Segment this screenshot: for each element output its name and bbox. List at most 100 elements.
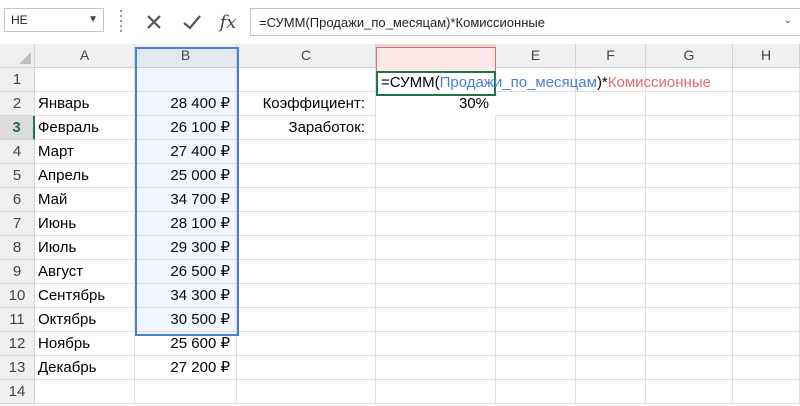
cell-b5[interactable]: 25 000 ₽ (135, 164, 237, 188)
cell-f4[interactable] (576, 140, 646, 164)
cell-e10[interactable] (496, 284, 576, 308)
cell-g9[interactable] (646, 260, 733, 284)
cell-e12[interactable] (496, 332, 576, 356)
row-header-6[interactable]: 6 (0, 188, 35, 212)
name-box[interactable]: НЕ ▼ (4, 8, 104, 32)
cell-h2[interactable] (733, 92, 800, 116)
cell-h11[interactable] (733, 308, 800, 332)
cell-b2[interactable]: 28 400 ₽ (135, 92, 237, 116)
column-header-f[interactable]: F (576, 44, 646, 68)
row-header-11[interactable]: 11 (0, 308, 35, 332)
cell-b4[interactable]: 27 400 ₽ (135, 140, 237, 164)
row-header-5[interactable]: 5 (0, 164, 35, 188)
cell-c5[interactable] (237, 164, 376, 188)
cell-d13[interactable] (376, 356, 496, 380)
row-header-14[interactable]: 14 (0, 380, 35, 404)
cell-f7[interactable] (576, 212, 646, 236)
cell-g6[interactable] (646, 188, 733, 212)
row-header-7[interactable]: 7 (0, 212, 35, 236)
cell-c14[interactable] (237, 380, 376, 404)
cell-e4[interactable] (496, 140, 576, 164)
drag-handle-icon[interactable] (118, 10, 124, 32)
row-header-4[interactable]: 4 (0, 140, 35, 164)
cell-h12[interactable] (733, 332, 800, 356)
cell-e7[interactable] (496, 212, 576, 236)
row-header-8[interactable]: 8 (0, 236, 35, 260)
cell-g7[interactable] (646, 212, 733, 236)
cell-e13[interactable] (496, 356, 576, 380)
cell-b8[interactable]: 29 300 ₽ (135, 236, 237, 260)
cell-a3[interactable]: Февраль (35, 116, 135, 140)
insert-function-button[interactable]: fx (214, 8, 242, 36)
cell-f12[interactable] (576, 332, 646, 356)
cell-e3[interactable] (496, 116, 576, 140)
cell-a4[interactable]: Март (35, 140, 135, 164)
cell-a7[interactable]: Июнь (35, 212, 135, 236)
cell-a2[interactable]: Январь (35, 92, 135, 116)
cell-h10[interactable] (733, 284, 800, 308)
column-header-h[interactable]: H (733, 44, 800, 68)
cell-b7[interactable]: 28 100 ₽ (135, 212, 237, 236)
cancel-button[interactable] (140, 8, 168, 36)
cell-h14[interactable] (733, 380, 800, 404)
column-header-c[interactable]: C (237, 44, 376, 68)
cell-d12[interactable] (376, 332, 496, 356)
cell-d11[interactable] (376, 308, 496, 332)
cell-g14[interactable] (646, 380, 733, 404)
cell-c6[interactable] (237, 188, 376, 212)
enter-button[interactable] (178, 8, 206, 36)
cell-g2[interactable] (646, 92, 733, 116)
cell-c13[interactable] (237, 356, 376, 380)
cell-e2[interactable] (496, 92, 576, 116)
cell-a14[interactable] (35, 380, 135, 404)
cell-a9[interactable]: Август (35, 260, 135, 284)
cell-f3[interactable] (576, 116, 646, 140)
cell-e6[interactable] (496, 188, 576, 212)
cell-g8[interactable] (646, 236, 733, 260)
cell-e5[interactable] (496, 164, 576, 188)
chevron-down-icon[interactable]: ▼ (88, 14, 98, 25)
cell-g12[interactable] (646, 332, 733, 356)
cell-e8[interactable] (496, 236, 576, 260)
cell-d14[interactable] (376, 380, 496, 404)
cell-h4[interactable] (733, 140, 800, 164)
column-header-a[interactable]: A (35, 44, 135, 68)
cell-b10[interactable]: 34 300 ₽ (135, 284, 237, 308)
cell-b12[interactable]: 25 600 ₽ (135, 332, 237, 356)
cell-a8[interactable]: Июль (35, 236, 135, 260)
cell-a13[interactable]: Декабрь (35, 356, 135, 380)
cell-f8[interactable] (576, 236, 646, 260)
cell-a5[interactable]: Апрель (35, 164, 135, 188)
cell-d3[interactable] (376, 116, 496, 140)
cell-f9[interactable] (576, 260, 646, 284)
cell-b14[interactable] (135, 380, 237, 404)
cell-c8[interactable] (237, 236, 376, 260)
cell-b9[interactable]: 26 500 ₽ (135, 260, 237, 284)
cell-c2[interactable]: Коэффициент: (237, 92, 376, 116)
cell-g3[interactable] (646, 116, 733, 140)
cell-g10[interactable] (646, 284, 733, 308)
cell-g4[interactable] (646, 140, 733, 164)
cell-c4[interactable] (237, 140, 376, 164)
cell-h7[interactable] (733, 212, 800, 236)
row-header-9[interactable]: 9 (0, 260, 35, 284)
cell-g11[interactable] (646, 308, 733, 332)
cell-d8[interactable] (376, 236, 496, 260)
cell-b3[interactable]: 26 100 ₽ (135, 116, 237, 140)
row-header-12[interactable]: 12 (0, 332, 35, 356)
expand-formula-icon[interactable]: ⌄ (784, 15, 792, 26)
cell-e11[interactable] (496, 308, 576, 332)
cell-h6[interactable] (733, 188, 800, 212)
cell-d5[interactable] (376, 164, 496, 188)
cell-c10[interactable] (237, 284, 376, 308)
cell-a12[interactable]: Ноябрь (35, 332, 135, 356)
cell-d10[interactable] (376, 284, 496, 308)
cell-a1[interactable] (35, 68, 135, 92)
cell-g5[interactable] (646, 164, 733, 188)
cell-f6[interactable] (576, 188, 646, 212)
cell-h8[interactable] (733, 236, 800, 260)
cell-e14[interactable] (496, 380, 576, 404)
cell-b11[interactable]: 30 500 ₽ (135, 308, 237, 332)
cell-h1[interactable] (733, 68, 800, 92)
select-all-button[interactable] (0, 44, 35, 68)
